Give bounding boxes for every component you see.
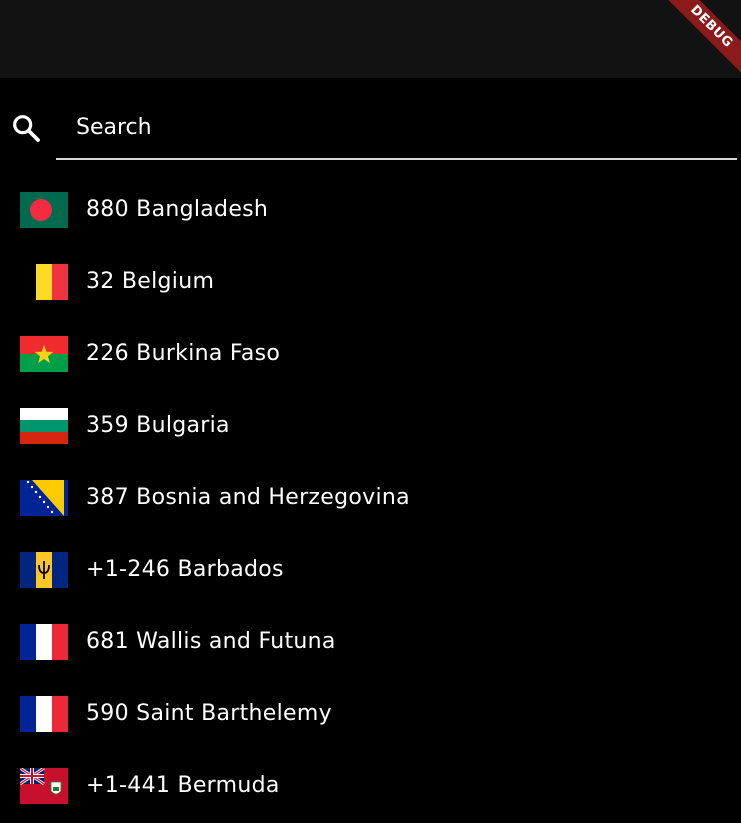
country-item-bulgaria[interactable]: 359 Bulgaria — [0, 390, 741, 462]
search-input[interactable] — [74, 106, 718, 148]
country-label: 359 Bulgaria — [86, 413, 230, 438]
country-label: +1-246 Barbados — [86, 557, 284, 582]
bangladesh-flag-icon — [20, 192, 68, 228]
country-label: 880 Bangladesh — [86, 197, 269, 222]
search-icon — [10, 112, 42, 144]
country-list: 880 Bangladesh 32 Belgium 226 Burkina Fa… — [0, 174, 741, 822]
country-label: 387 Bosnia and Herzegovina — [86, 485, 410, 510]
bulgaria-flag-icon — [20, 408, 68, 444]
search-row — [0, 78, 741, 164]
country-item-bermuda[interactable]: +1-441 Bermuda — [0, 750, 741, 822]
country-label: 32 Belgium — [86, 269, 215, 294]
wallis-futuna-flag-icon — [20, 624, 68, 660]
country-item-bangladesh[interactable]: 880 Bangladesh — [0, 174, 741, 246]
app-bar: DEBUG — [0, 0, 741, 78]
country-item-wallis-futuna[interactable]: 681 Wallis and Futuna — [0, 606, 741, 678]
country-item-barbados[interactable]: +1-246 Barbados — [0, 534, 741, 606]
burkina-faso-flag-icon — [20, 336, 68, 372]
country-item-belgium[interactable]: 32 Belgium — [0, 246, 741, 318]
barbados-flag-icon — [20, 552, 68, 588]
country-item-burkina-faso[interactable]: 226 Burkina Faso — [0, 318, 741, 390]
belgium-flag-icon — [20, 264, 68, 300]
country-label: 590 Saint Barthelemy — [86, 701, 332, 726]
search-field[interactable] — [56, 98, 737, 160]
country-item-saint-barthelemy[interactable]: 590 Saint Barthelemy — [0, 678, 741, 750]
saint-barthelemy-flag-icon — [20, 696, 68, 732]
bosnia-herzegovina-flag-icon — [20, 480, 68, 516]
bermuda-flag-icon — [20, 768, 68, 804]
country-label: +1-441 Bermuda — [86, 773, 280, 798]
country-item-bosnia-herzegovina[interactable]: 387 Bosnia and Herzegovina — [0, 462, 741, 534]
country-label: 681 Wallis and Futuna — [86, 629, 336, 654]
country-label: 226 Burkina Faso — [86, 341, 281, 366]
debug-banner: DEBUG — [653, 0, 741, 78]
